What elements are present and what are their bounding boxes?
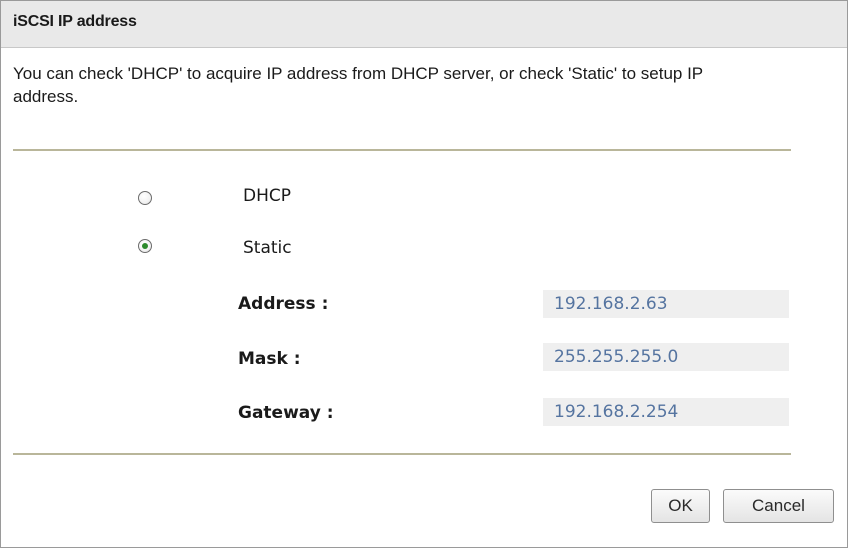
- gateway-label: Gateway :: [238, 403, 334, 423]
- dialog-title-bar: iSCSI IP address: [1, 1, 847, 48]
- bottom-divider: [13, 453, 791, 455]
- address-label: Address :: [238, 294, 329, 314]
- dhcp-radio[interactable]: [138, 191, 152, 205]
- static-radio[interactable]: [138, 239, 152, 253]
- cancel-button[interactable]: Cancel: [723, 489, 834, 523]
- top-divider: [13, 149, 791, 151]
- static-label[interactable]: Static: [243, 238, 292, 258]
- ok-button[interactable]: OK: [651, 489, 710, 523]
- mask-input[interactable]: [543, 343, 789, 371]
- dialog-title: iSCSI IP address: [13, 13, 137, 30]
- radio-selected-dot: [142, 243, 148, 249]
- iscsi-ip-dialog: iSCSI IP address You can check 'DHCP' to…: [0, 0, 848, 548]
- gateway-input[interactable]: [543, 398, 789, 426]
- mask-label: Mask :: [238, 349, 301, 369]
- dhcp-label[interactable]: DHCP: [243, 186, 291, 206]
- dialog-description: You can check 'DHCP' to acquire IP addre…: [13, 64, 703, 106]
- address-input[interactable]: [543, 290, 789, 318]
